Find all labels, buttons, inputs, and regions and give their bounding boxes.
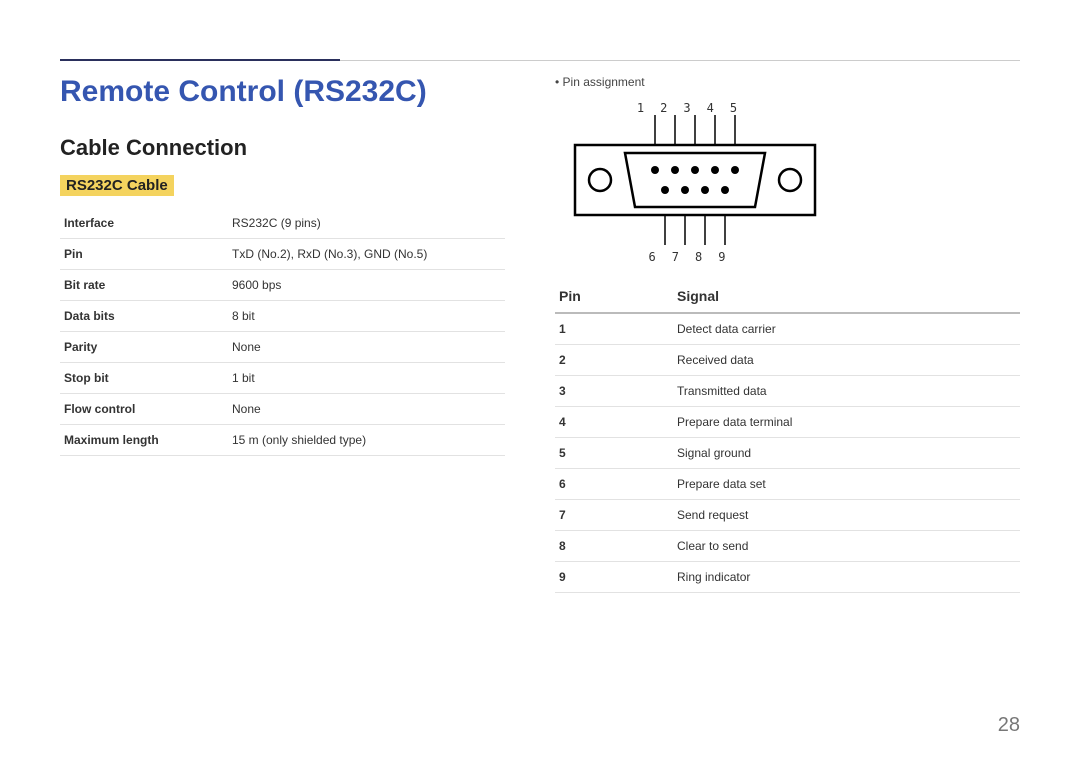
signal-desc: Clear to send bbox=[673, 531, 1020, 562]
spec-val: None bbox=[228, 332, 505, 363]
signal-desc: Prepare data set bbox=[673, 469, 1020, 500]
spec-key: Data bits bbox=[60, 301, 228, 332]
signal-row: 8Clear to send bbox=[555, 531, 1020, 562]
signal-row: 3Transmitted data bbox=[555, 376, 1020, 407]
columns: Remote Control (RS232C) Cable Connection… bbox=[60, 75, 1020, 593]
signal-pin: 4 bbox=[555, 407, 673, 438]
spec-key: Bit rate bbox=[60, 270, 228, 301]
spec-key: Maximum length bbox=[60, 425, 228, 456]
page-title: Remote Control (RS232C) bbox=[60, 75, 505, 109]
signal-row: 2Received data bbox=[555, 345, 1020, 376]
spec-row: InterfaceRS232C (9 pins) bbox=[60, 208, 505, 239]
spec-row: Maximum length15 m (only shielded type) bbox=[60, 425, 505, 456]
signal-desc: Transmitted data bbox=[673, 376, 1020, 407]
signal-pin: 7 bbox=[555, 500, 673, 531]
signal-pin: 1 bbox=[555, 313, 673, 345]
pin-labels-top: 12345 bbox=[555, 101, 835, 115]
signal-pin: 8 bbox=[555, 531, 673, 562]
spec-row: PinTxD (No.2), RxD (No.3), GND (No.5) bbox=[60, 239, 505, 270]
signal-desc: Prepare data terminal bbox=[673, 407, 1020, 438]
signal-desc: Received data bbox=[673, 345, 1020, 376]
signal-desc: Send request bbox=[673, 500, 1020, 531]
spec-val: 9600 bps bbox=[228, 270, 505, 301]
signal-row: 9Ring indicator bbox=[555, 562, 1020, 593]
signal-desc: Ring indicator bbox=[673, 562, 1020, 593]
spec-key: Parity bbox=[60, 332, 228, 363]
spec-val: TxD (No.2), RxD (No.3), GND (No.5) bbox=[228, 239, 505, 270]
spec-row: Data bits8 bit bbox=[60, 301, 505, 332]
pin-label: 5 bbox=[730, 101, 753, 115]
bullet-pin-assignment: Pin assignment bbox=[555, 75, 1020, 89]
signal-header-pin: Pin bbox=[555, 280, 673, 313]
signal-pin: 2 bbox=[555, 345, 673, 376]
pin-label: 2 bbox=[660, 101, 683, 115]
right-column: Pin assignment 12345 bbox=[555, 75, 1020, 593]
spec-key: Flow control bbox=[60, 394, 228, 425]
db9-connector-icon bbox=[555, 115, 835, 245]
signal-row: 5Signal ground bbox=[555, 438, 1020, 469]
signal-header-signal: Signal bbox=[673, 280, 1020, 313]
section-tag: RS232C Cable bbox=[60, 175, 174, 196]
signal-row: 6Prepare data set bbox=[555, 469, 1020, 500]
spec-val: None bbox=[228, 394, 505, 425]
spec-row: Bit rate9600 bps bbox=[60, 270, 505, 301]
signal-row: 7Send request bbox=[555, 500, 1020, 531]
page: Remote Control (RS232C) Cable Connection… bbox=[0, 0, 1080, 763]
signal-pin: 3 bbox=[555, 376, 673, 407]
accent-bar bbox=[60, 59, 340, 61]
section-subhead: Cable Connection bbox=[60, 135, 505, 161]
signal-row: 1Detect data carrier bbox=[555, 313, 1020, 345]
connector-diagram: 12345 bbox=[555, 101, 835, 264]
signal-table: Pin Signal 1Detect data carrier 2Receive… bbox=[555, 280, 1020, 593]
signal-desc: Signal ground bbox=[673, 438, 1020, 469]
spec-val: 15 m (only shielded type) bbox=[228, 425, 505, 456]
pin-label: 3 bbox=[683, 101, 706, 115]
pin-label: 9 bbox=[718, 250, 741, 264]
spec-row: Stop bit1 bit bbox=[60, 363, 505, 394]
spec-val: 8 bit bbox=[228, 301, 505, 332]
pin-label: 7 bbox=[672, 250, 695, 264]
spec-key: Stop bit bbox=[60, 363, 228, 394]
pin-label: 1 bbox=[637, 101, 660, 115]
pin-labels-bottom: 6789 bbox=[555, 250, 835, 264]
signal-pin: 5 bbox=[555, 438, 673, 469]
page-number: 28 bbox=[998, 714, 1020, 737]
spec-table: InterfaceRS232C (9 pins) PinTxD (No.2), … bbox=[60, 208, 505, 456]
spec-val: RS232C (9 pins) bbox=[228, 208, 505, 239]
spec-row: ParityNone bbox=[60, 332, 505, 363]
pin-label: 6 bbox=[649, 250, 672, 264]
spec-key: Pin bbox=[60, 239, 228, 270]
spec-row: Flow controlNone bbox=[60, 394, 505, 425]
spec-key: Interface bbox=[60, 208, 228, 239]
spec-val: 1 bit bbox=[228, 363, 505, 394]
pin-label: 4 bbox=[707, 101, 730, 115]
signal-pin: 9 bbox=[555, 562, 673, 593]
pin-label: 8 bbox=[695, 250, 718, 264]
signal-pin: 6 bbox=[555, 469, 673, 500]
left-column: Remote Control (RS232C) Cable Connection… bbox=[60, 75, 505, 593]
signal-row: 4Prepare data terminal bbox=[555, 407, 1020, 438]
signal-desc: Detect data carrier bbox=[673, 313, 1020, 345]
